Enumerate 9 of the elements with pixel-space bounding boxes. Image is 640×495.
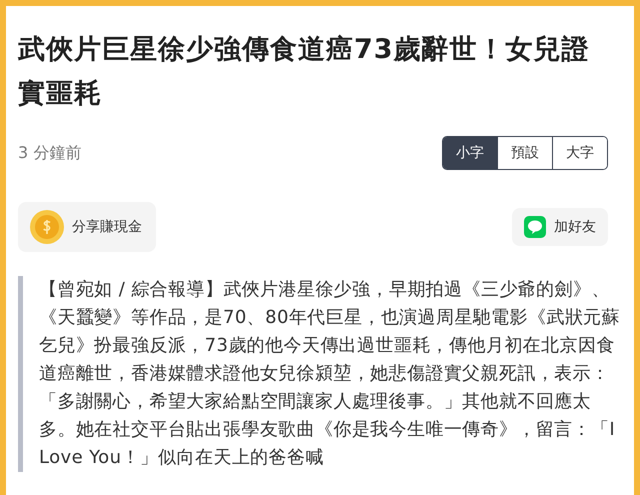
article-body: 【曾宛如 / 綜合報導】武俠片港星徐少強，早期拍過《三少爺的劍》、《天蠶變》等作品，是70、80年代巨星，也演過周星馳電影《武狀元蘇乞兒》扮最強反派，73歲的他今天傳出過世噩耗，傳他月初在北京因食道癌離世，香港媒體求證他女兒徐潁堃，她悲傷證實父親死訊，表示：「多謝關心，希望大家給點空間讓家人處理後事。」其他就不回應太多。她在社交平台貼出張學友歌曲《你是我今生唯一傳奇》，留言：「I Love You！」似向在天上的爸爸喊: [39, 278, 622, 470]
share-earn-button[interactable]: 分享賺現金: [18, 202, 156, 252]
coin-icon: [30, 210, 64, 244]
font-size-option[interactable]: 大字: [552, 137, 607, 169]
chat-bubble-icon: [524, 216, 546, 238]
add-friend-button[interactable]: 加好友: [512, 208, 608, 246]
article-title: 武俠片巨星徐少強傳食道癌73歲辭世！女兒證實噩耗: [18, 33, 591, 111]
publish-time: 3 分鐘前: [18, 142, 82, 164]
font-size-option[interactable]: 小字: [443, 137, 497, 169]
